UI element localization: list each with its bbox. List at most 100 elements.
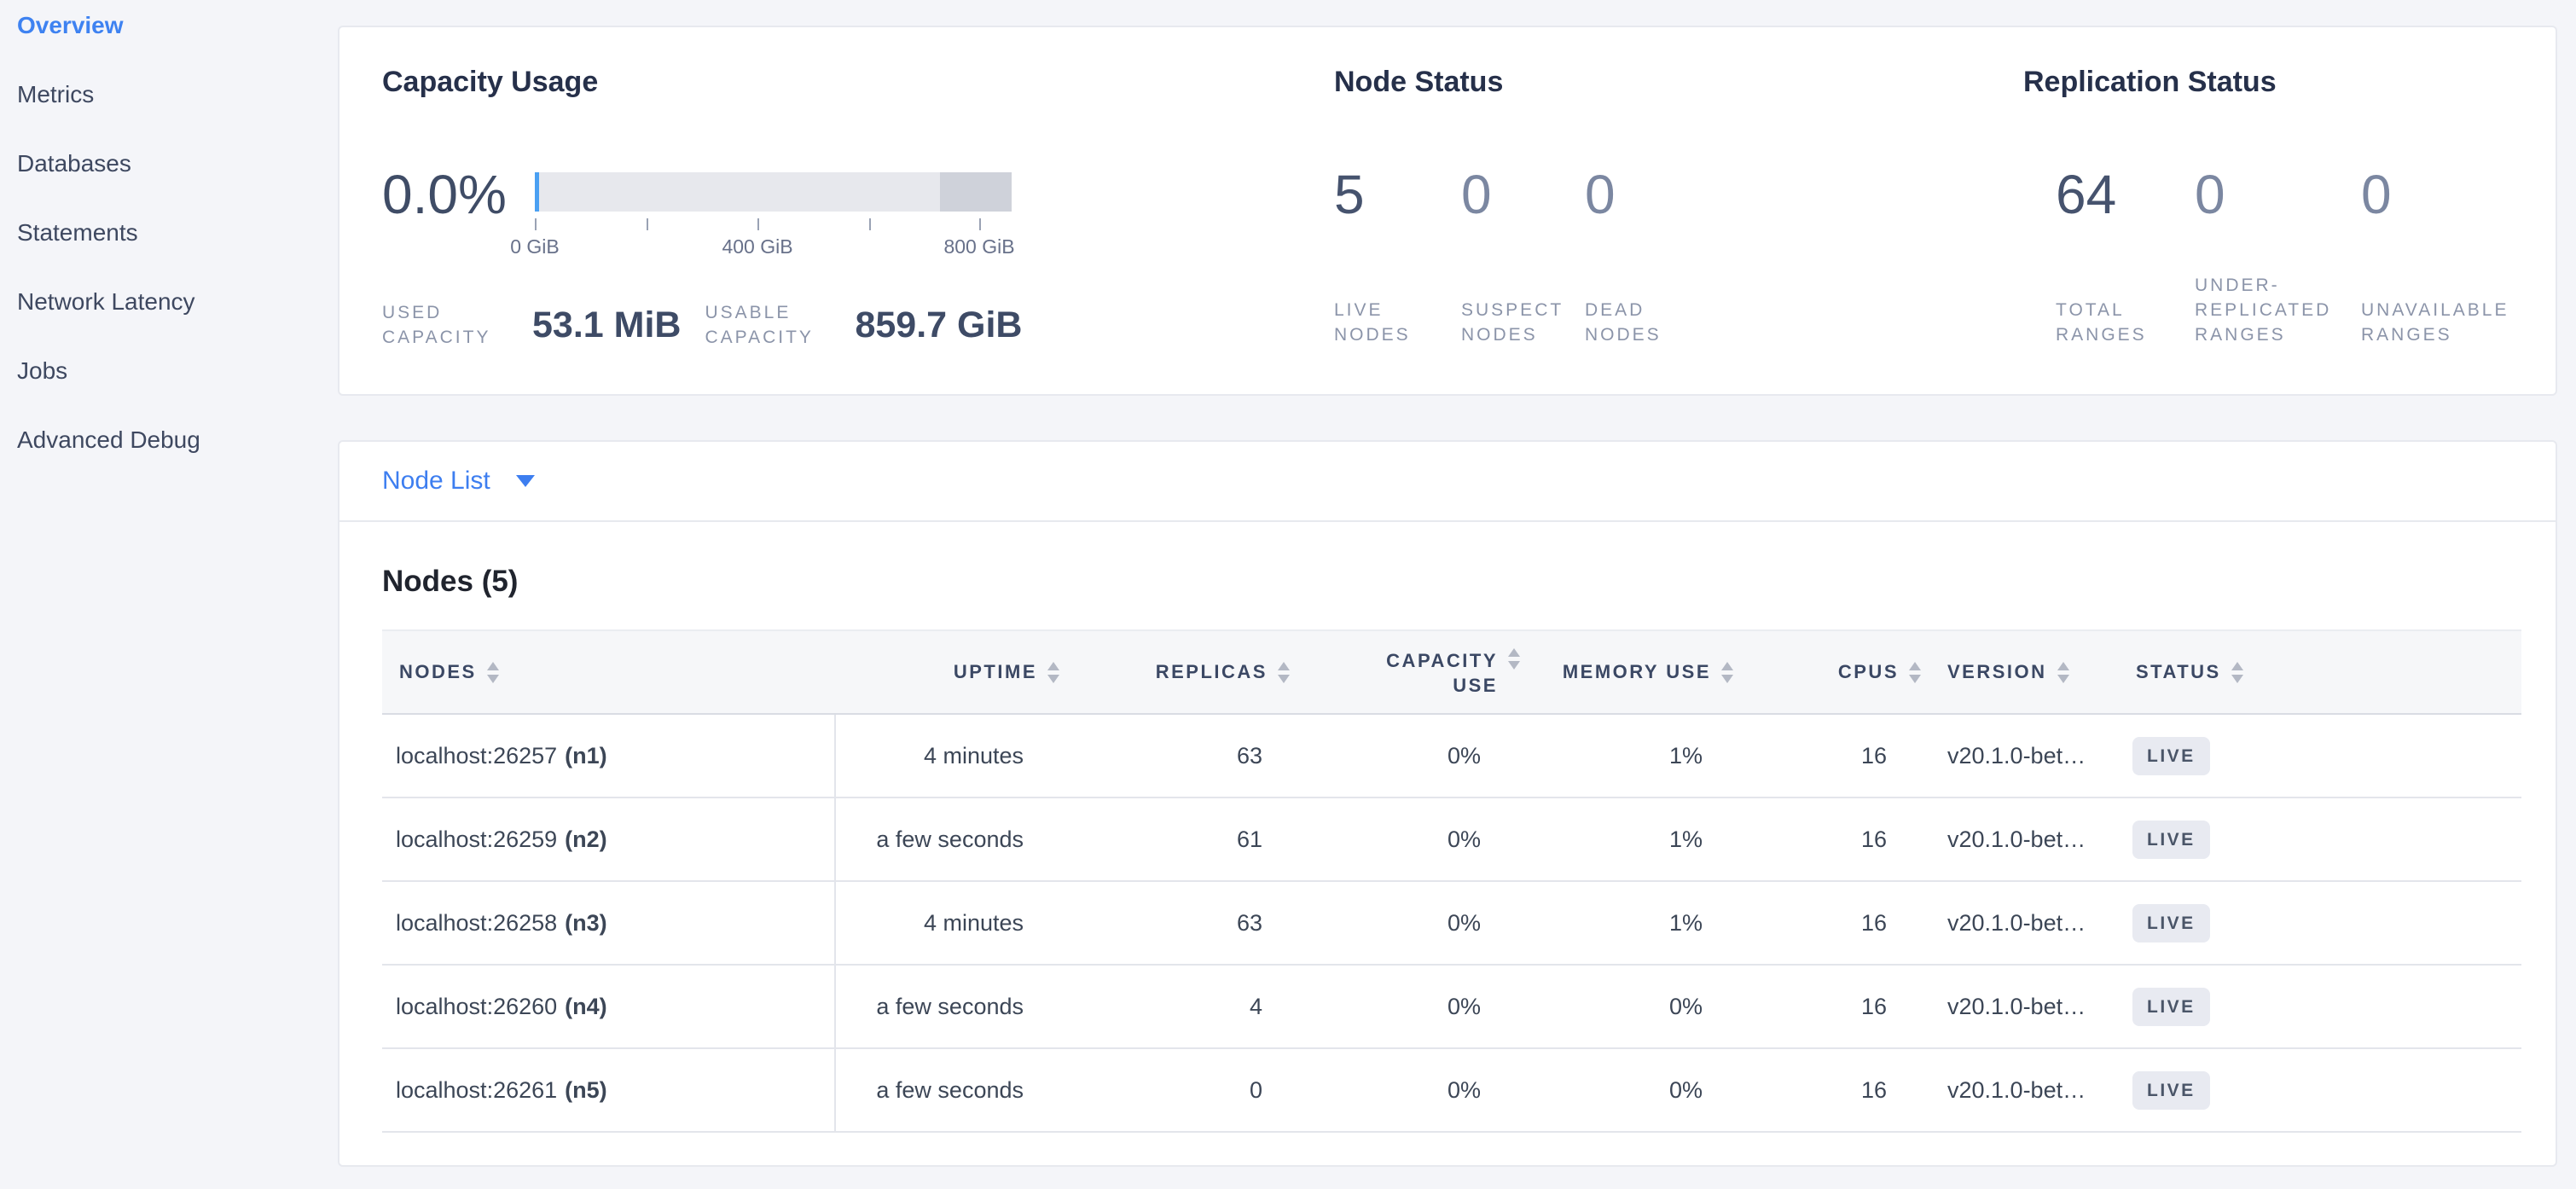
sort-icon[interactable] bbox=[487, 662, 499, 683]
sidebar-item-overview[interactable]: Overview bbox=[0, 0, 338, 51]
axis-tick bbox=[869, 218, 871, 230]
version-cell: v20.1.0-bet… bbox=[1921, 1049, 2119, 1131]
node-id: (n1) bbox=[565, 743, 607, 769]
capacity-use-cell: 0% bbox=[1290, 715, 1520, 797]
version-cell: v20.1.0-bet… bbox=[1921, 966, 2119, 1047]
chevron-down-icon bbox=[516, 475, 535, 487]
sort-icon[interactable] bbox=[1047, 662, 1059, 683]
uptime-cell: 4 minutes bbox=[836, 715, 1059, 797]
axis-tick bbox=[647, 218, 648, 230]
uptime-cell: 4 minutes bbox=[836, 882, 1059, 964]
column-header-label: NODES bbox=[399, 661, 477, 683]
sort-icon[interactable] bbox=[1508, 648, 1520, 670]
suspect-nodes-value: 0 bbox=[1461, 167, 1585, 222]
table-row[interactable]: localhost:26259(n2) a few seconds 61 0% … bbox=[382, 798, 2521, 882]
axis-label: 0 GiB bbox=[510, 235, 560, 258]
memory-use-cell: 0% bbox=[1520, 1049, 1733, 1131]
column-header-version[interactable]: VERSION bbox=[1921, 631, 2119, 713]
nodes-table: NODES UPTIME REPLICAS CAPACITY USE MEMOR… bbox=[382, 629, 2521, 1133]
replicas-cell: 61 bbox=[1059, 798, 1290, 880]
node-address: localhost:26261 bbox=[396, 1077, 557, 1104]
column-header-label: VERSION bbox=[1947, 661, 2047, 683]
node-list-view-selector[interactable]: Node List bbox=[339, 442, 2556, 522]
capacity-use-cell: 0% bbox=[1290, 1049, 1520, 1131]
cluster-summary-card: Capacity Usage 0.0% 0 GiB 400 GiB bbox=[338, 26, 2557, 396]
table-row[interactable]: localhost:26261(n5) a few seconds 0 0% 0… bbox=[382, 1049, 2521, 1133]
capacity-totals: USED CAPACITY 53.1 MiB USABLE CAPACITY 8… bbox=[382, 300, 1022, 350]
sort-icon[interactable] bbox=[2231, 662, 2243, 683]
replication-values: 64 0 0 bbox=[2023, 167, 2392, 222]
sidebar-item-advanced-debug[interactable]: Advanced Debug bbox=[0, 415, 338, 466]
live-nodes-value: 5 bbox=[1334, 167, 1461, 222]
column-header-uptime[interactable]: UPTIME bbox=[836, 631, 1059, 713]
replication-status-section: Replication Status 64 0 0 TOTAL RANGES U… bbox=[2023, 66, 2530, 394]
cpus-cell: 16 bbox=[1733, 715, 1921, 797]
node-address-cell: localhost:26259 (n2) bbox=[382, 798, 836, 880]
column-header-label: CPUS bbox=[1838, 661, 1899, 683]
sort-icon[interactable] bbox=[1909, 662, 1921, 683]
memory-use-cell: 1% bbox=[1520, 882, 1733, 964]
table-row[interactable]: localhost:26258(n3) 4 minutes 63 0% 1% 1… bbox=[382, 882, 2521, 966]
column-header-cpus[interactable]: CPUS bbox=[1733, 631, 1921, 713]
table-row[interactable]: localhost:26260(n4) a few seconds 4 0% 0… bbox=[382, 966, 2521, 1049]
capacity-use-cell: 0% bbox=[1290, 966, 1520, 1047]
column-header-replicas[interactable]: REPLICAS bbox=[1059, 631, 1290, 713]
column-header-label: CAPACITY USE bbox=[1378, 648, 1498, 698]
sidebar-item-statements[interactable]: Statements bbox=[0, 207, 338, 258]
column-header-label: STATUS bbox=[2136, 661, 2221, 683]
capacity-axis-labels: 0 GiB 400 GiB 800 GiB bbox=[535, 235, 1012, 261]
column-header-capacity-use[interactable]: CAPACITY USE bbox=[1290, 631, 1520, 713]
table-row[interactable]: localhost:26257 (n1) 4 minutes 63 0% 1% 1… bbox=[382, 715, 2521, 798]
node-address: localhost:26257 bbox=[396, 743, 557, 769]
node-id: (n2) bbox=[565, 826, 607, 853]
dead-nodes-value: 0 bbox=[1585, 167, 1616, 222]
version-cell: v20.1.0-bet… bbox=[1921, 715, 2119, 797]
node-address-cell: localhost:26257 (n1) bbox=[382, 715, 836, 797]
sidebar-item-metrics[interactable]: Metrics bbox=[0, 69, 338, 120]
version-cell: v20.1.0-bet… bbox=[1921, 882, 2119, 964]
node-address: localhost:26259 bbox=[396, 826, 557, 853]
total-ranges-label: TOTAL RANGES bbox=[2056, 298, 2168, 347]
status-cell: LIVE bbox=[2119, 715, 2521, 797]
suspect-nodes-label: SUSPECT NODES bbox=[1461, 298, 1574, 347]
replication-labels: TOTAL RANGES UNDER-REPLICATED RANGES UNA… bbox=[2023, 273, 2525, 347]
status-cell: LIVE bbox=[2119, 798, 2521, 880]
used-capacity-label: USED CAPACITY bbox=[382, 300, 517, 350]
status-cell: LIVE bbox=[2119, 1049, 2521, 1131]
sidebar-item-databases[interactable]: Databases bbox=[0, 138, 338, 189]
capacity-use-cell: 0% bbox=[1290, 798, 1520, 880]
sidebar-item-network-latency[interactable]: Network Latency bbox=[0, 276, 338, 328]
replicas-cell: 63 bbox=[1059, 715, 1290, 797]
sort-icon[interactable] bbox=[1721, 662, 1733, 683]
column-header-memory-use[interactable]: MEMORY USE bbox=[1520, 631, 1733, 713]
column-header-nodes[interactable]: NODES bbox=[382, 631, 836, 713]
node-address-cell: localhost:26261(n5) bbox=[382, 1049, 836, 1131]
capacity-usage-title: Capacity Usage bbox=[382, 66, 1334, 99]
node-list-selector-label: Node List bbox=[382, 467, 490, 496]
sort-icon[interactable] bbox=[1278, 662, 1290, 683]
uptime-cell: a few seconds bbox=[836, 798, 1059, 880]
memory-use-cell: 1% bbox=[1520, 715, 1733, 797]
nodes-count-heading: Nodes (5) bbox=[382, 565, 2556, 599]
capacity-bar bbox=[535, 172, 1012, 212]
sidebar: Overview Metrics Databases Statements Ne… bbox=[0, 0, 338, 1189]
sort-icon[interactable] bbox=[2057, 662, 2069, 683]
uptime-cell: a few seconds bbox=[836, 1049, 1059, 1131]
cpus-cell: 16 bbox=[1733, 966, 1921, 1047]
node-status-values: 5 0 0 bbox=[1334, 167, 1616, 222]
usable-capacity-label: USABLE CAPACITY bbox=[705, 300, 839, 350]
node-list-card: Node List Nodes (5) NODES UPTIME REPLICA… bbox=[338, 440, 2557, 1167]
cpus-cell: 16 bbox=[1733, 798, 1921, 880]
status-badge: LIVE bbox=[2132, 737, 2210, 775]
column-header-status[interactable]: STATUS bbox=[2119, 631, 2521, 713]
cpus-cell: 16 bbox=[1733, 1049, 1921, 1131]
usable-capacity-value: 859.7 GiB bbox=[855, 304, 1022, 346]
node-status-title: Node Status bbox=[1334, 66, 2023, 99]
node-status-labels: LIVE NODES SUSPECT NODES DEAD NODES bbox=[1334, 298, 1697, 347]
under-replicated-ranges-label: UNDER-REPLICATED RANGES bbox=[2195, 273, 2358, 347]
column-header-label: UPTIME bbox=[954, 661, 1037, 683]
memory-use-cell: 1% bbox=[1520, 798, 1733, 880]
capacity-usage-section: Capacity Usage 0.0% 0 GiB 400 GiB bbox=[382, 66, 1334, 394]
replicas-cell: 4 bbox=[1059, 966, 1290, 1047]
sidebar-item-jobs[interactable]: Jobs bbox=[0, 345, 338, 397]
